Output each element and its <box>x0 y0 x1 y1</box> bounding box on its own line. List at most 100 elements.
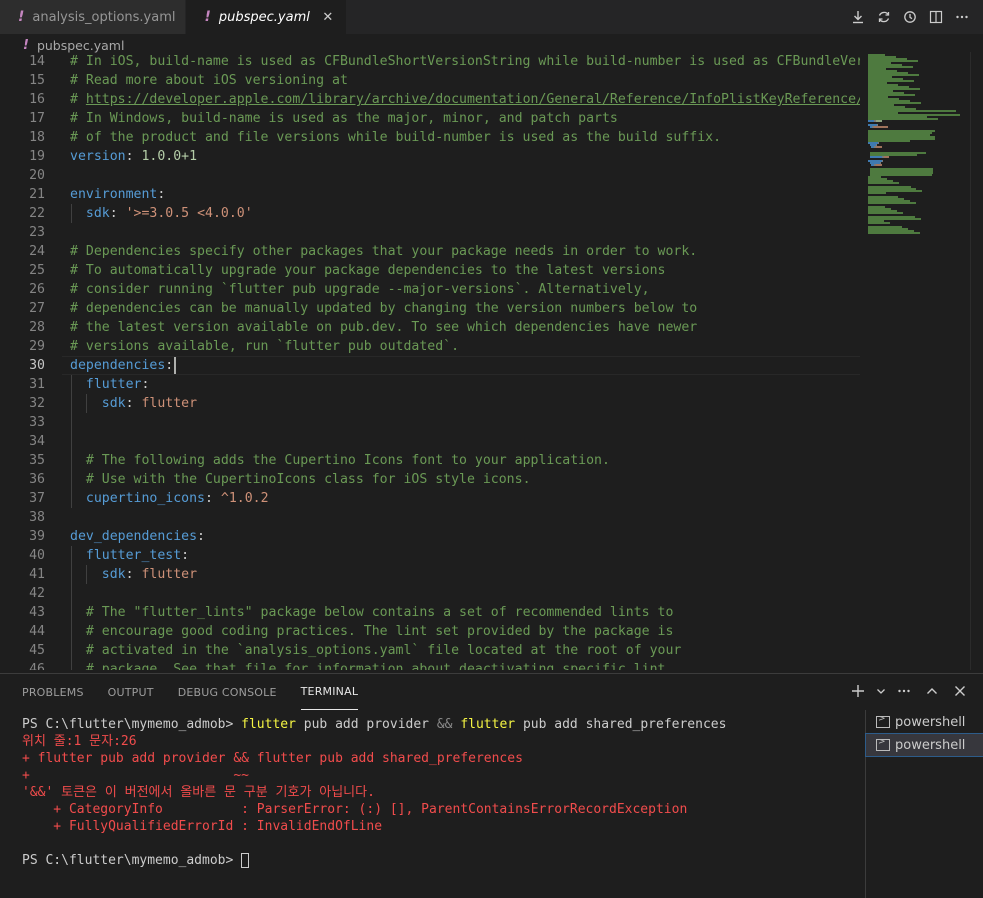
breadcrumb-file[interactable]: pubspec.yaml <box>37 38 124 53</box>
code-line[interactable]: 34 <box>0 432 860 451</box>
code-line[interactable]: 43 # The "flutter_lints" package below c… <box>0 603 860 622</box>
code-line[interactable]: 19 version: 1.0.0+1 <box>0 147 860 166</box>
line-number: 38 <box>29 510 45 525</box>
more-icon[interactable] <box>951 6 973 28</box>
terminal-instance[interactable]: powershell <box>866 711 983 733</box>
line-number: 37 <box>29 491 45 506</box>
code-line[interactable]: 38 <box>0 508 860 527</box>
download-icon[interactable] <box>847 6 869 28</box>
minimap-line <box>884 156 890 158</box>
close-tab-icon[interactable]: ✕ <box>320 10 336 25</box>
code-line[interactable]: 25 # To automatically upgrade your packag… <box>0 261 860 280</box>
line-number: 46 <box>29 662 45 670</box>
terminal-line: + FullyQualifiedErrorId : InvalidEndOfLi… <box>22 819 383 834</box>
code-line[interactable]: 29 # versions available, run `flutter pub… <box>0 337 860 356</box>
code-line[interactable]: 15 # Read more about iOS versioning at <box>0 71 860 90</box>
editor-tab-bar: ! analysis_options.yaml ! pubspec.yaml ✕ <box>0 0 983 34</box>
indent-guide <box>86 394 87 413</box>
editor-actions <box>847 0 973 34</box>
sync-icon[interactable] <box>873 6 895 28</box>
terminal-line: '&&' 토큰은 이 버전에서 올바른 문 구분 기호가 아닙니다. <box>22 785 375 800</box>
code-line[interactable]: 42 <box>0 584 860 603</box>
line-content: sdk: flutter <box>101 567 198 582</box>
code-line[interactable]: 41 sdk: flutter <box>0 565 860 584</box>
history-icon[interactable] <box>899 6 921 28</box>
terminal-instance[interactable]: powershell <box>865 733 983 757</box>
line-content: # consider running `flutter pub upgrade … <box>70 282 650 297</box>
code-line[interactable]: 23 <box>0 223 860 242</box>
code-line[interactable]: 20 <box>0 166 860 185</box>
indent-guide <box>71 546 72 670</box>
code-line[interactable]: 35 # The following adds the Cupertino Ic… <box>0 451 860 470</box>
line-number: 44 <box>29 624 45 639</box>
terminal-output[interactable]: PS C:\flutter\mymemo_admob> flutter pub … <box>22 716 857 869</box>
code-line[interactable]: 17 # In Windows, build-name is used as th… <box>0 109 860 128</box>
terminal-icon <box>876 737 890 751</box>
line-number: 22 <box>29 206 45 221</box>
add-terminal-icon[interactable] <box>847 680 869 702</box>
code-line[interactable]: 28 # the latest version available on pub.… <box>0 318 860 337</box>
code-line[interactable]: 26 # consider running `flutter pub upgrad… <box>0 280 860 299</box>
code-line[interactable]: 18 # of the product and file versions whi… <box>0 128 860 147</box>
tab-label: pubspec.yaml <box>218 9 310 25</box>
more-icon[interactable] <box>893 680 915 702</box>
tab-pubspec[interactable]: ! pubspec.yaml ✕ <box>186 0 347 34</box>
code-line[interactable]: 45 # activated in the `analysis_options.… <box>0 641 860 660</box>
terminal-line: + CategoryInfo : ParserError: (:) [], Pa… <box>22 802 688 817</box>
code-line[interactable]: 44 # encourage good coding practices. Th… <box>0 622 860 641</box>
line-content: dev_dependencies: <box>70 529 205 544</box>
tab-analysis-options[interactable]: ! analysis_options.yaml <box>0 0 187 34</box>
line-content: flutter_test: <box>85 548 190 563</box>
line-number: 33 <box>29 415 45 430</box>
code-line[interactable]: 16 # https://developer.apple.com/library/… <box>0 90 860 109</box>
tab-output[interactable]: OUTPUT <box>108 674 154 710</box>
line-number: 41 <box>29 567 45 582</box>
close-panel-icon[interactable] <box>949 680 971 702</box>
indent-guide <box>71 375 72 508</box>
indent-guide <box>86 565 87 584</box>
line-number: 42 <box>29 586 45 601</box>
code-line[interactable]: 21 environment: <box>0 185 860 204</box>
code-line[interactable]: 27 # dependencies can be manually updated… <box>0 299 860 318</box>
terminal-line: 위치 줄:1 문자:26 <box>22 734 137 749</box>
tab-problems[interactable]: PROBLEMS <box>22 674 84 710</box>
terminal-line: PS C:\flutter\mymemo_admob> flutter pub … <box>22 717 727 732</box>
code-line[interactable]: 32 sdk: flutter <box>0 394 860 413</box>
line-number: 27 <box>29 301 45 316</box>
minimap-line <box>873 126 888 128</box>
line-number: 45 <box>29 643 45 658</box>
minimap-line <box>881 160 883 162</box>
code-editor[interactable]: 14 # In iOS, build-name is used as CFBund… <box>0 52 860 670</box>
code-line[interactable]: 39 dev_dependencies: <box>0 527 860 546</box>
line-content: # In iOS, build-name is used as CFBundle… <box>70 54 860 69</box>
line-content: dependencies: <box>70 356 177 375</box>
code-line[interactable]: 40 flutter_test: <box>0 546 860 565</box>
code-line[interactable]: 31 flutter: <box>0 375 860 394</box>
line-number: 17 <box>29 111 45 126</box>
minimap[interactable] <box>866 52 971 670</box>
code-line[interactable]: 46 # package. See that file for informat… <box>0 660 860 670</box>
line-content: sdk: flutter <box>101 396 198 411</box>
editor-scrollbar[interactable] <box>970 52 983 670</box>
code-line[interactable]: 37 cupertino_icons: ^1.0.2 <box>0 489 860 508</box>
minimap-line <box>868 222 891 224</box>
terminal-icon <box>876 714 890 728</box>
line-number: 34 <box>29 434 45 449</box>
tab-terminal[interactable]: TERMINAL <box>300 674 359 710</box>
code-line[interactable]: 36 # Use with the CupertinoIcons class f… <box>0 470 860 489</box>
code-line[interactable]: 14 # In iOS, build-name is used as CFBund… <box>0 52 860 71</box>
terminal-line: PS C:\flutter\mymemo_admob> <box>22 852 857 869</box>
tab-debug-console[interactable]: DEBUG CONSOLE <box>178 674 277 710</box>
bottom-panel: PROBLEMS OUTPUT DEBUG CONSOLE TERMINAL P… <box>0 673 983 898</box>
minimap-line <box>868 182 899 184</box>
code-line[interactable]: 22 sdk: '>=3.0.5 <4.0.0' <box>0 204 860 223</box>
code-line[interactable]: 33 <box>0 413 860 432</box>
code-line[interactable]: 24 # Dependencies specify other packages … <box>0 242 860 261</box>
minimap-line <box>875 146 882 148</box>
maximize-panel-icon[interactable] <box>921 680 943 702</box>
code-line[interactable]: 30 dependencies: <box>0 356 860 375</box>
split-editor-icon[interactable] <box>925 6 947 28</box>
panel-actions <box>847 680 971 702</box>
chevron-down-icon[interactable] <box>875 680 887 702</box>
line-number: 19 <box>29 149 45 164</box>
